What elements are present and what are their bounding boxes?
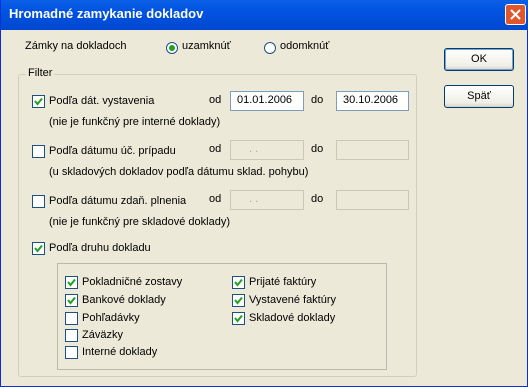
doc-type-checkbox-skladove[interactable] [232, 312, 245, 325]
checkmark-icon [234, 296, 243, 305]
filter-group-title: Filter [26, 67, 55, 79]
radio-unlock-label[interactable]: odomknúť [280, 40, 329, 52]
doc-type-item-label[interactable]: Bankové doklady [82, 294, 166, 306]
date-accounting-from-input[interactable]: . . [230, 140, 304, 160]
date-accounting-to-label: do [311, 143, 324, 155]
date-issue-note: (nie je funkčný pre interné doklady) [49, 116, 221, 128]
date-issue-to-input[interactable]: 30.10.2006 [336, 91, 409, 111]
close-button[interactable] [505, 4, 526, 25]
date-issue-to-label: do [311, 94, 324, 106]
close-icon [510, 9, 521, 20]
doc-type-checkbox-pokladnicne[interactable] [65, 276, 78, 289]
date-accounting-checkbox[interactable] [32, 145, 45, 158]
checkmark-icon [34, 244, 43, 253]
title-bar[interactable]: Hromadné zamykanie dokladov [1, 0, 528, 30]
date-tax-to-input[interactable] [336, 190, 409, 210]
date-issue-checkbox[interactable] [32, 95, 45, 108]
back-button[interactable]: Späť [444, 85, 514, 108]
window-title: Hromadné zamykanie dokladov [9, 6, 204, 21]
dialog-window: Hromadné zamykanie dokladov Zámky na dok… [0, 0, 528, 387]
radio-lock-label[interactable]: uzamknúť [182, 40, 231, 52]
date-tax-note: (nie je funkčný pre skladové doklady) [49, 216, 230, 228]
date-issue-from-label: od [209, 94, 222, 106]
doc-type-item-label[interactable]: Pokladničné zostavy [82, 276, 182, 288]
doc-type-item-label[interactable]: Záväzky [82, 329, 123, 341]
checkmark-icon [34, 97, 43, 106]
doc-type-checkbox-prijate[interactable] [232, 276, 245, 289]
doc-type-item-label[interactable]: Prijaté faktúry [249, 276, 316, 288]
date-tax-label[interactable]: Podľa dátumu zdaň. plnenia [49, 195, 186, 207]
radio-lock[interactable] [166, 42, 178, 54]
checkmark-icon [234, 314, 243, 323]
doc-type-checkbox-zavazky[interactable] [65, 329, 78, 342]
doc-type-checkbox-vystavene[interactable] [232, 294, 245, 307]
checkmark-icon [67, 296, 76, 305]
lock-label: Zámky na dokladoch [25, 40, 127, 52]
doc-type-checkbox[interactable] [32, 242, 45, 255]
date-tax-from-input[interactable]: . . [230, 190, 304, 210]
doc-type-checkbox-pohladavky[interactable] [65, 312, 78, 325]
radio-unlock[interactable] [264, 42, 276, 54]
date-issue-label[interactable]: Podľa dát. vystavenia [49, 95, 154, 107]
date-tax-checkbox[interactable] [32, 195, 45, 208]
doc-type-item-label[interactable]: Pohľadávky [82, 312, 140, 324]
date-accounting-label[interactable]: Podľa dátumu úč. prípadu [49, 145, 176, 157]
date-tax-to-label: do [311, 193, 324, 205]
doc-type-checkbox-bankove[interactable] [65, 294, 78, 307]
date-accounting-from-label: od [209, 143, 222, 155]
doc-type-item-label[interactable]: Interné doklady [82, 346, 157, 358]
ok-button[interactable]: OK [444, 48, 514, 71]
doc-type-checkbox-interne[interactable] [65, 346, 78, 359]
checkmark-icon [234, 278, 243, 287]
date-issue-from-input[interactable]: 01.01.2006 [230, 91, 304, 111]
doc-type-item-label[interactable]: Skladové doklady [249, 312, 335, 324]
date-tax-from-label: od [209, 193, 222, 205]
doc-type-label[interactable]: Podľa druhu dokladu [49, 242, 151, 254]
date-accounting-to-input[interactable] [336, 140, 409, 160]
date-accounting-note: (u skladových dokladov podľa dátumu skla… [49, 166, 309, 178]
doc-type-item-label[interactable]: Vystavené faktúry [249, 294, 336, 306]
checkmark-icon [67, 278, 76, 287]
